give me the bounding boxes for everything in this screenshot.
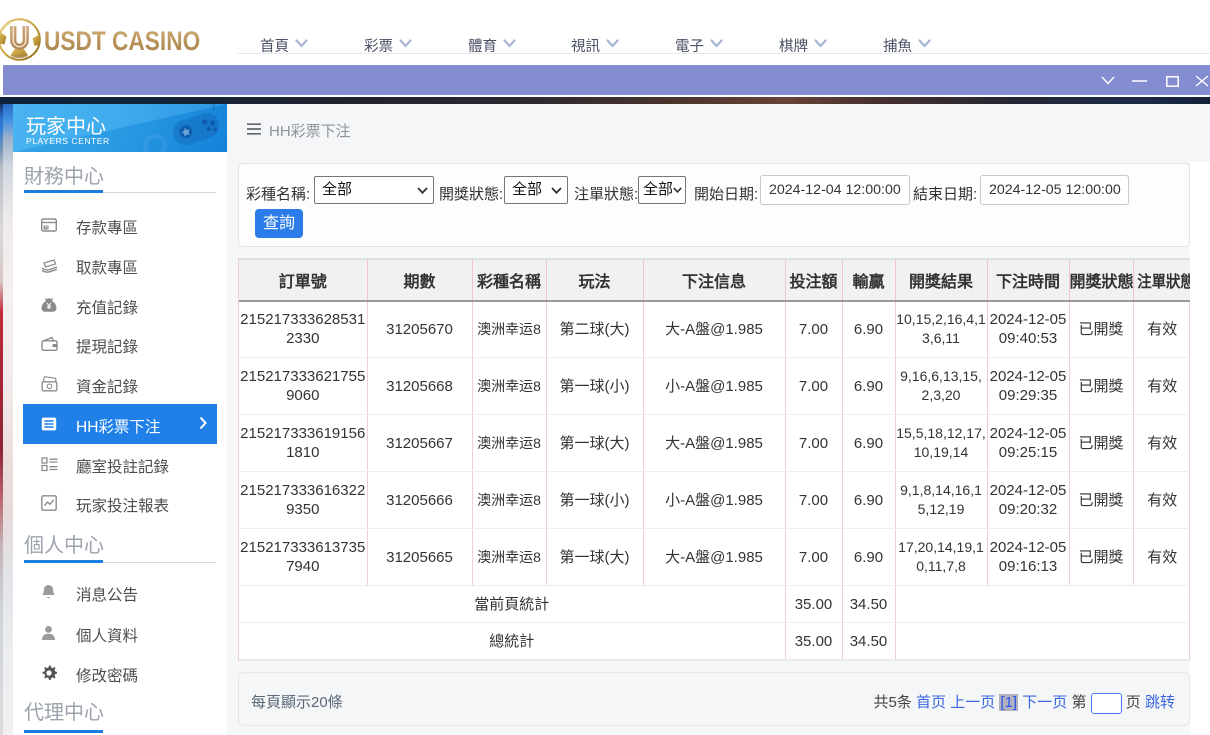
- svg-text:casino: casino: [12, 54, 28, 60]
- svg-text:¥: ¥: [47, 301, 52, 311]
